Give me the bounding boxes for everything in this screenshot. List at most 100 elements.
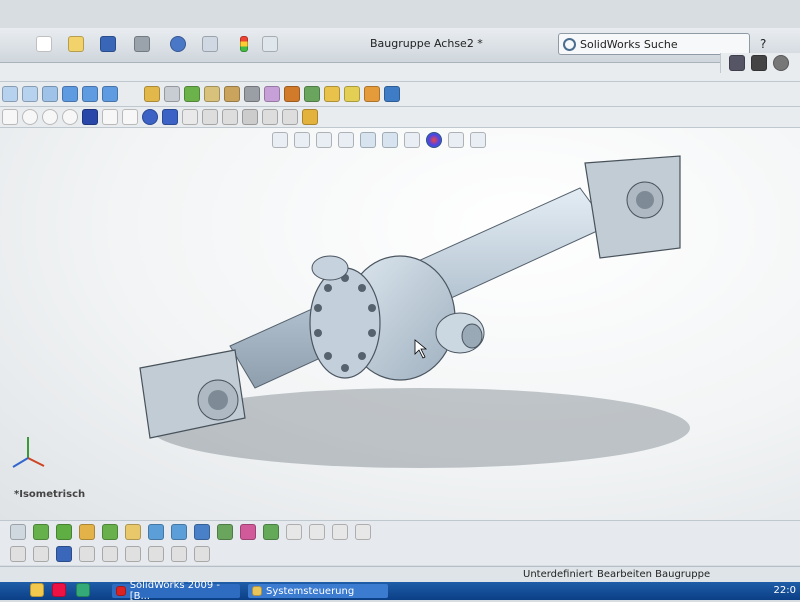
status-mode: Bearbeiten Baugruppe — [597, 569, 711, 580]
table-icon[interactable] — [194, 524, 210, 540]
model-drawing[interactable] — [0, 128, 800, 520]
interference-icon[interactable] — [264, 86, 280, 102]
quick-launch-icon[interactable] — [52, 583, 66, 597]
shaded-view-icon[interactable] — [82, 86, 98, 102]
features-icons — [0, 86, 400, 102]
solidworks-icon — [116, 586, 126, 596]
graphics-area[interactable]: *Isometrisch — [0, 128, 800, 520]
relation-icon[interactable] — [282, 109, 298, 125]
traffic-light-icon — [240, 36, 248, 52]
undo-icon — [170, 36, 186, 52]
block-icon[interactable] — [309, 524, 325, 540]
dimension-tool-icon[interactable] — [10, 546, 26, 562]
status-state: Unterdefiniert — [523, 569, 593, 580]
dimension-icon[interactable] — [262, 109, 278, 125]
trim-icon[interactable] — [202, 109, 218, 125]
right-toolbar — [720, 53, 800, 73]
open-button[interactable] — [68, 36, 84, 54]
smart-dimension-icon[interactable] — [33, 546, 49, 562]
note-icon[interactable] — [56, 524, 72, 540]
rectangle-icon[interactable] — [2, 109, 18, 125]
box-view-icon[interactable] — [42, 86, 58, 102]
bottom-toolbar-1 — [0, 520, 800, 543]
shaded-view-icon[interactable] — [102, 86, 118, 102]
arc-icon[interactable] — [62, 109, 78, 125]
datum-icon[interactable] — [125, 524, 141, 540]
save-button[interactable] — [100, 36, 116, 54]
line-format-icon[interactable] — [263, 524, 279, 540]
select-button[interactable] — [202, 36, 218, 54]
camera-icon[interactable] — [773, 55, 789, 71]
bottom-icons-1 — [10, 524, 371, 540]
new-document-button[interactable] — [36, 36, 52, 54]
annotation-icon[interactable] — [33, 524, 49, 540]
hatch-icon[interactable] — [332, 524, 348, 540]
undo-button[interactable] — [170, 36, 186, 54]
coordinate-triad — [12, 437, 45, 468]
folder-icon — [252, 586, 262, 596]
grid-icon[interactable] — [751, 55, 767, 71]
print-button[interactable] — [134, 36, 150, 54]
quick-launch-icon[interactable] — [76, 583, 90, 597]
sensor-icon[interactable] — [384, 86, 400, 102]
task-pane-icon[interactable] — [729, 55, 745, 71]
point-icon[interactable] — [142, 109, 158, 125]
link-icon[interactable] — [194, 546, 210, 562]
box-view-icon[interactable] — [2, 86, 18, 102]
taskbar-item-label: SolidWorks 2009 - [B... — [129, 580, 221, 602]
pattern-icon[interactable] — [304, 86, 320, 102]
shaded-view-icon[interactable] — [62, 86, 78, 102]
help-button[interactable]: ? — [760, 37, 766, 51]
select-icon[interactable] — [10, 524, 26, 540]
reference-icon[interactable] — [324, 86, 340, 102]
find-icon[interactable] — [79, 546, 95, 562]
image-icon[interactable] — [171, 546, 187, 562]
taskbar-item-control-panel[interactable]: Systemsteuerung — [248, 584, 388, 598]
slot-icon[interactable] — [22, 109, 38, 125]
offset-icon[interactable] — [222, 109, 238, 125]
bottom-toolbar-2 — [0, 543, 800, 565]
format-icon[interactable] — [148, 546, 164, 562]
spline-icon[interactable] — [82, 109, 98, 125]
layer-icon[interactable] — [286, 524, 302, 540]
view-toolbar — [0, 53, 800, 82]
search-box[interactable]: SolidWorks Suche — [558, 33, 750, 55]
fillet-icon[interactable] — [122, 109, 138, 125]
rebuild-button[interactable] — [240, 36, 248, 54]
tolerance-icon[interactable] — [355, 524, 371, 540]
ellipse-icon[interactable] — [102, 109, 118, 125]
magenta-tool-icon[interactable] — [240, 524, 256, 540]
assembly-icon[interactable] — [144, 86, 160, 102]
mate-icon[interactable] — [164, 86, 180, 102]
options-button[interactable] — [262, 36, 278, 54]
check-icon[interactable] — [102, 546, 118, 562]
warning-icon[interactable] — [242, 109, 258, 125]
quick-launch-icon[interactable] — [30, 583, 44, 597]
balloon-icon[interactable] — [79, 524, 95, 540]
circle-icon[interactable] — [42, 109, 58, 125]
surface-finish-icon[interactable] — [148, 524, 164, 540]
box-view-icon[interactable] — [22, 86, 38, 102]
new-doc-icon — [36, 36, 52, 52]
explode-icon[interactable] — [244, 86, 260, 102]
abc-icon[interactable] — [125, 546, 141, 562]
mirror-icon[interactable] — [344, 86, 360, 102]
component-icon[interactable] — [184, 86, 200, 102]
options-icon — [262, 36, 278, 52]
weld-icon[interactable] — [102, 524, 118, 540]
text-tool-icon[interactable] — [56, 546, 72, 562]
text-icon[interactable] — [182, 109, 198, 125]
housing-boss — [311, 255, 349, 281]
rotate-icon[interactable] — [224, 86, 240, 102]
centerline-icon[interactable] — [162, 109, 178, 125]
hole-callout-icon[interactable] — [171, 524, 187, 540]
move-icon[interactable] — [204, 86, 220, 102]
quick-snap-icon[interactable] — [302, 109, 318, 125]
smart-fastener-icon[interactable] — [284, 86, 300, 102]
taskbar-item-label: Systemsteuerung — [266, 585, 355, 597]
center-mark-icon[interactable] — [217, 524, 233, 540]
taskbar-item-solidworks[interactable]: SolidWorks 2009 - [B... — [112, 580, 240, 602]
bom-icon[interactable] — [364, 86, 380, 102]
folder-icon — [68, 36, 84, 52]
left-yoke-bore — [208, 390, 228, 410]
